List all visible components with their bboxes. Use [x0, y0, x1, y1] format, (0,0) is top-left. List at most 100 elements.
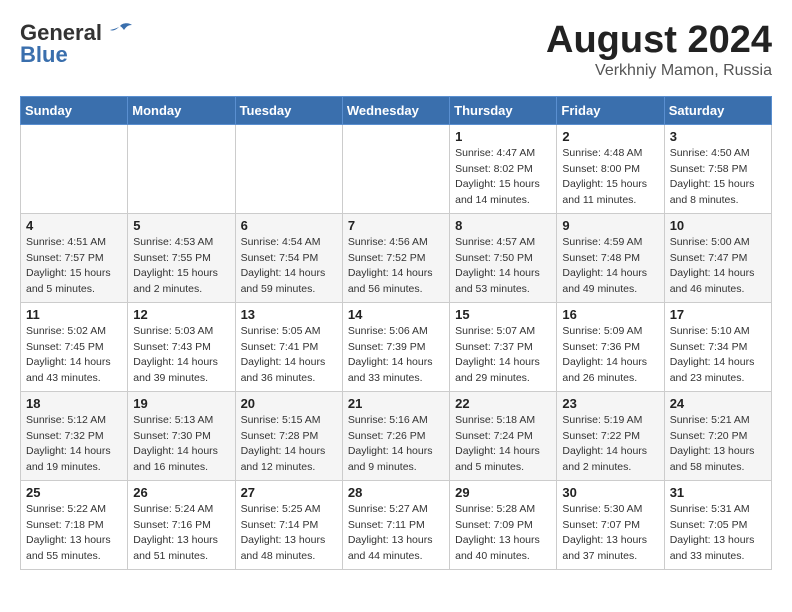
- day-info: Sunrise: 5:24 AM Sunset: 7:16 PM Dayligh…: [133, 502, 229, 565]
- day-info: Sunrise: 5:07 AM Sunset: 7:37 PM Dayligh…: [455, 324, 551, 387]
- day-info: Sunrise: 4:51 AM Sunset: 7:57 PM Dayligh…: [26, 235, 122, 298]
- day-info: Sunrise: 5:09 AM Sunset: 7:36 PM Dayligh…: [562, 324, 658, 387]
- day-info: Sunrise: 5:10 AM Sunset: 7:34 PM Dayligh…: [670, 324, 766, 387]
- table-row: [21, 124, 128, 213]
- day-number: 1: [455, 129, 551, 144]
- day-info: Sunrise: 5:05 AM Sunset: 7:41 PM Dayligh…: [241, 324, 337, 387]
- day-number: 23: [562, 396, 658, 411]
- day-number: 31: [670, 485, 766, 500]
- table-row: 20Sunrise: 5:15 AM Sunset: 7:28 PM Dayli…: [235, 391, 342, 480]
- table-row: 23 Sunrise: 5:19 AM Sunset: 7:22 PM Dayli…: [557, 391, 664, 480]
- day-number: 2: [562, 129, 658, 144]
- day-number: 6: [241, 218, 337, 233]
- day-info: Sunrise: 5:15 AM Sunset: 7:28 PM Dayligh…: [241, 413, 337, 476]
- table-row: 8Sunrise: 4:57 AM Sunset: 7:50 PM Daylig…: [450, 213, 557, 302]
- day-info: Sunrise: 5:19 AM Sunset: 7:22 PM Dayligh…: [562, 413, 658, 476]
- day-number: 7: [348, 218, 444, 233]
- calendar-header-row: Sunday Monday Tuesday Wednesday Thursday…: [21, 96, 772, 124]
- day-number: 18: [26, 396, 122, 411]
- table-row: 25Sunrise: 5:22 AM Sunset: 7:18 PM Dayli…: [21, 480, 128, 569]
- table-row: 31 Sunrise: 5:31 AM Sunset: 7:05 PM Dayli…: [664, 480, 771, 569]
- table-row: [128, 124, 235, 213]
- table-row: 10 Sunrise: 5:00 AM Sunset: 7:47 PM Dayli…: [664, 213, 771, 302]
- day-info: Sunrise: 5:12 AM Sunset: 7:32 PM Dayligh…: [26, 413, 122, 476]
- day-number: 4: [26, 218, 122, 233]
- day-number: 9: [562, 218, 658, 233]
- calendar-week-row: 1 Sunrise: 4:47 AM Sunset: 8:02 PM Daylig…: [21, 124, 772, 213]
- calendar-week-row: 4 Sunrise: 4:51 AM Sunset: 7:57 PM Daylig…: [21, 213, 772, 302]
- day-number: 29: [455, 485, 551, 500]
- day-number: 14: [348, 307, 444, 322]
- day-number: 28: [348, 485, 444, 500]
- table-row: 6 Sunrise: 4:54 AM Sunset: 7:54 PM Daylig…: [235, 213, 342, 302]
- day-number: 19: [133, 396, 229, 411]
- day-info: Sunrise: 4:57 AM Sunset: 7:50 PM Dayligh…: [455, 235, 551, 298]
- day-number: 17: [670, 307, 766, 322]
- day-number: 26: [133, 485, 229, 500]
- table-row: 11 Sunrise: 5:02 AM Sunset: 7:45 PM Dayli…: [21, 302, 128, 391]
- table-row: 4 Sunrise: 4:51 AM Sunset: 7:57 PM Daylig…: [21, 213, 128, 302]
- day-info: Sunrise: 5:18 AM Sunset: 7:24 PM Dayligh…: [455, 413, 551, 476]
- day-info: Sunrise: 5:16 AM Sunset: 7:26 PM Dayligh…: [348, 413, 444, 476]
- table-row: 14 Sunrise: 5:06 AM Sunset: 7:39 PM Dayli…: [342, 302, 449, 391]
- day-number: 30: [562, 485, 658, 500]
- table-row: [235, 124, 342, 213]
- day-info: Sunrise: 5:31 AM Sunset: 7:05 PM Dayligh…: [670, 502, 766, 565]
- day-info: Sunrise: 5:03 AM Sunset: 7:43 PM Dayligh…: [133, 324, 229, 387]
- calendar-week-row: 25Sunrise: 5:22 AM Sunset: 7:18 PM Dayli…: [21, 480, 772, 569]
- col-saturday: Saturday: [664, 96, 771, 124]
- table-row: 13Sunrise: 5:05 AM Sunset: 7:41 PM Dayli…: [235, 302, 342, 391]
- day-info: Sunrise: 4:47 AM Sunset: 8:02 PM Dayligh…: [455, 146, 551, 209]
- day-info: Sunrise: 5:25 AM Sunset: 7:14 PM Dayligh…: [241, 502, 337, 565]
- day-info: Sunrise: 4:56 AM Sunset: 7:52 PM Dayligh…: [348, 235, 444, 298]
- title-area: August 2024 Verkhniy Mamon, Russia: [546, 20, 772, 80]
- col-wednesday: Wednesday: [342, 96, 449, 124]
- day-number: 21: [348, 396, 444, 411]
- day-info: Sunrise: 5:28 AM Sunset: 7:09 PM Dayligh…: [455, 502, 551, 565]
- logo-blue-text: Blue: [20, 42, 68, 68]
- day-number: 22: [455, 396, 551, 411]
- table-row: 15 Sunrise: 5:07 AM Sunset: 7:37 PM Dayli…: [450, 302, 557, 391]
- day-info: Sunrise: 5:00 AM Sunset: 7:47 PM Dayligh…: [670, 235, 766, 298]
- table-row: 9Sunrise: 4:59 AM Sunset: 7:48 PM Daylig…: [557, 213, 664, 302]
- day-info: Sunrise: 5:02 AM Sunset: 7:45 PM Dayligh…: [26, 324, 122, 387]
- day-info: Sunrise: 5:21 AM Sunset: 7:20 PM Dayligh…: [670, 413, 766, 476]
- day-info: Sunrise: 4:50 AM Sunset: 7:58 PM Dayligh…: [670, 146, 766, 209]
- col-friday: Friday: [557, 96, 664, 124]
- table-row: 22 Sunrise: 5:18 AM Sunset: 7:24 PM Dayli…: [450, 391, 557, 480]
- day-info: Sunrise: 5:30 AM Sunset: 7:07 PM Dayligh…: [562, 502, 658, 565]
- table-row: 2 Sunrise: 4:48 AM Sunset: 8:00 PM Daylig…: [557, 124, 664, 213]
- day-info: Sunrise: 4:53 AM Sunset: 7:55 PM Dayligh…: [133, 235, 229, 298]
- logo: General Blue: [20, 20, 134, 68]
- month-title: August 2024: [546, 20, 772, 62]
- table-row: 24Sunrise: 5:21 AM Sunset: 7:20 PM Dayli…: [664, 391, 771, 480]
- day-number: 16: [562, 307, 658, 322]
- calendar-week-row: 11 Sunrise: 5:02 AM Sunset: 7:45 PM Dayli…: [21, 302, 772, 391]
- table-row: 3 Sunrise: 4:50 AM Sunset: 7:58 PM Daylig…: [664, 124, 771, 213]
- day-info: Sunrise: 5:27 AM Sunset: 7:11 PM Dayligh…: [348, 502, 444, 565]
- table-row: 5 Sunrise: 4:53 AM Sunset: 7:55 PM Daylig…: [128, 213, 235, 302]
- page-header: General Blue August 2024 Verkhniy Mamon,…: [20, 20, 772, 80]
- col-monday: Monday: [128, 96, 235, 124]
- day-number: 11: [26, 307, 122, 322]
- table-row: 21 Sunrise: 5:16 AM Sunset: 7:26 PM Dayli…: [342, 391, 449, 480]
- table-row: 19 Sunrise: 5:13 AM Sunset: 7:30 PM Dayli…: [128, 391, 235, 480]
- day-number: 15: [455, 307, 551, 322]
- table-row: 30 Sunrise: 5:30 AM Sunset: 7:07 PM Dayli…: [557, 480, 664, 569]
- day-info: Sunrise: 4:54 AM Sunset: 7:54 PM Dayligh…: [241, 235, 337, 298]
- calendar-table: Sunday Monday Tuesday Wednesday Thursday…: [20, 96, 772, 570]
- day-info: Sunrise: 4:48 AM Sunset: 8:00 PM Dayligh…: [562, 146, 658, 209]
- day-number: 3: [670, 129, 766, 144]
- calendar-week-row: 18 Sunrise: 5:12 AM Sunset: 7:32 PM Dayli…: [21, 391, 772, 480]
- table-row: 1 Sunrise: 4:47 AM Sunset: 8:02 PM Daylig…: [450, 124, 557, 213]
- day-number: 10: [670, 218, 766, 233]
- table-row: 18 Sunrise: 5:12 AM Sunset: 7:32 PM Dayli…: [21, 391, 128, 480]
- day-info: Sunrise: 5:22 AM Sunset: 7:18 PM Dayligh…: [26, 502, 122, 565]
- day-number: 12: [133, 307, 229, 322]
- day-info: Sunrise: 5:13 AM Sunset: 7:30 PM Dayligh…: [133, 413, 229, 476]
- day-info: Sunrise: 5:06 AM Sunset: 7:39 PM Dayligh…: [348, 324, 444, 387]
- table-row: 27Sunrise: 5:25 AM Sunset: 7:14 PM Dayli…: [235, 480, 342, 569]
- table-row: 29 Sunrise: 5:28 AM Sunset: 7:09 PM Dayli…: [450, 480, 557, 569]
- table-row: 28 Sunrise: 5:27 AM Sunset: 7:11 PM Dayli…: [342, 480, 449, 569]
- day-number: 5: [133, 218, 229, 233]
